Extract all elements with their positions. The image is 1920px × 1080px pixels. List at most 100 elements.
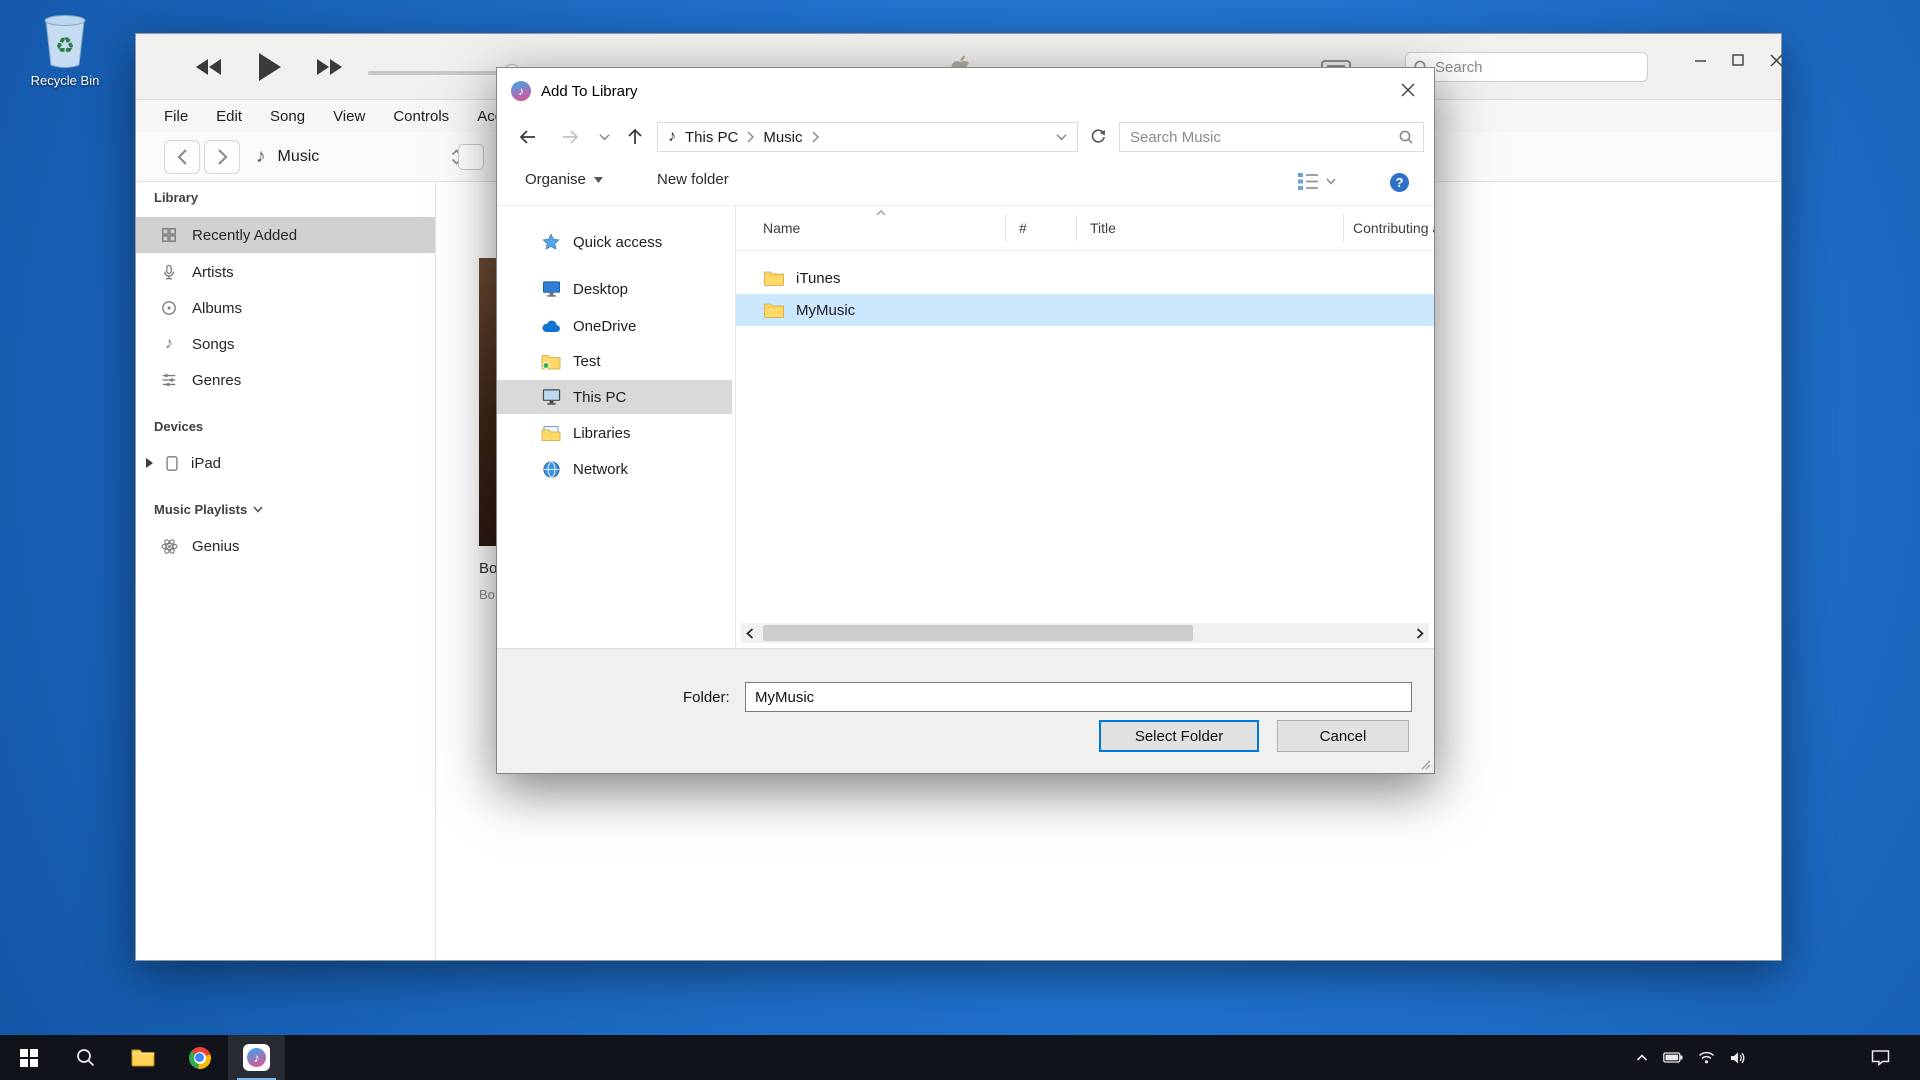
volume-slider-track[interactable] xyxy=(368,71,509,75)
expander-triangle-icon[interactable] xyxy=(146,458,153,468)
sidebar-item-ipad[interactable]: iPad xyxy=(136,445,435,481)
media-kind-selector[interactable]: ♪ Music xyxy=(256,142,462,172)
arrow-right-icon xyxy=(561,129,581,145)
sort-ascending-icon xyxy=(876,210,886,216)
action-center-icon xyxy=(1871,1049,1890,1066)
new-folder-button[interactable]: New folder xyxy=(657,171,729,188)
column-header-title[interactable]: Title xyxy=(1090,220,1116,236)
place-label: Network xyxy=(573,461,628,478)
refresh-button[interactable] xyxy=(1083,122,1113,152)
forward-button[interactable] xyxy=(204,140,240,174)
minimize-button[interactable] xyxy=(1684,46,1716,74)
nav-up-button[interactable] xyxy=(619,122,651,152)
details-view-icon xyxy=(1297,172,1319,191)
chevron-right-icon[interactable] xyxy=(747,131,754,143)
start-button[interactable] xyxy=(0,1035,57,1080)
column-header-name[interactable]: Name xyxy=(763,220,800,236)
place-desktop[interactable]: Desktop xyxy=(497,272,732,306)
place-quick-access[interactable]: Quick access xyxy=(497,225,732,259)
place-libraries[interactable]: Libraries xyxy=(497,416,732,450)
dialog-file-list: Name # Title Contributing artists iTunes… xyxy=(736,206,1434,648)
back-button[interactable] xyxy=(164,140,200,174)
sidebar-item-genius[interactable]: Genius xyxy=(136,528,435,564)
sidebar-item-artists[interactable]: Artists xyxy=(136,254,435,290)
scroll-left-arrow-icon[interactable] xyxy=(746,628,754,639)
address-dropdown-chevron-icon[interactable] xyxy=(1056,133,1067,141)
album-title[interactable]: Bo xyxy=(479,560,497,577)
file-row-mymusic[interactable]: MyMusic xyxy=(736,294,1434,326)
scroll-right-arrow-icon[interactable] xyxy=(1416,628,1424,639)
taskbar-search-button[interactable] xyxy=(57,1035,114,1080)
maximize-button[interactable] xyxy=(1722,46,1754,74)
wifi-icon[interactable] xyxy=(1698,1051,1715,1064)
horizontal-scrollbar[interactable] xyxy=(741,623,1429,643)
dialog-search-box[interactable] xyxy=(1119,122,1424,152)
chevron-right-icon xyxy=(217,148,228,166)
address-bar[interactable]: ♪ This PC Music xyxy=(657,122,1078,152)
chevron-down-icon xyxy=(1326,178,1336,185)
column-divider[interactable] xyxy=(1076,214,1077,242)
taskbar-itunes-button[interactable]: ♪ xyxy=(228,1035,285,1080)
sidebar-item-label: Albums xyxy=(192,300,242,317)
dialog-title-bar: ♪ Add To Library xyxy=(497,68,1434,114)
scrollbar-thumb[interactable] xyxy=(763,625,1193,641)
menu-edit[interactable]: Edit xyxy=(216,108,242,125)
rewind-icon[interactable] xyxy=(196,58,224,76)
sidebar-item-songs[interactable]: ♪ Songs xyxy=(136,326,435,362)
sidebar-item-recently-added[interactable]: Recently Added xyxy=(136,217,435,253)
taskbar-file-explorer-button[interactable] xyxy=(114,1035,171,1080)
itunes-search-input[interactable] xyxy=(1435,59,1639,76)
dialog-close-button[interactable] xyxy=(1383,69,1433,111)
add-to-library-dialog: ♪ Add To Library ♪ This PC Music xyxy=(496,67,1435,774)
recycle-bin[interactable]: ♻ Recycle Bin xyxy=(20,12,110,88)
place-onedrive[interactable]: OneDrive xyxy=(497,309,732,343)
menu-controls[interactable]: Controls xyxy=(393,108,449,125)
close-button[interactable] xyxy=(1760,46,1792,74)
dialog-search-input[interactable] xyxy=(1130,129,1399,146)
view-toggle-button[interactable] xyxy=(458,144,484,170)
playlists-section-header[interactable]: Music Playlists xyxy=(154,502,263,517)
help-button[interactable]: ? xyxy=(1390,173,1409,192)
play-icon[interactable] xyxy=(258,53,282,81)
select-folder-button[interactable]: Select Folder xyxy=(1099,720,1259,752)
menu-view[interactable]: View xyxy=(333,108,365,125)
place-label: Quick access xyxy=(573,234,662,251)
place-test[interactable]: Test xyxy=(497,344,732,378)
tray-chevron-up-icon[interactable] xyxy=(1636,1053,1648,1062)
place-network[interactable]: Network xyxy=(497,452,732,486)
nav-forward-button[interactable] xyxy=(555,122,587,152)
cancel-button[interactable]: Cancel xyxy=(1277,720,1409,752)
itunes-search-box[interactable] xyxy=(1405,52,1648,82)
fast-forward-icon[interactable] xyxy=(314,58,342,76)
battery-icon[interactable] xyxy=(1663,1052,1683,1063)
chevron-right-icon[interactable] xyxy=(812,131,819,143)
sidebar-item-genres[interactable]: Genres xyxy=(136,362,435,398)
change-view-button[interactable] xyxy=(1297,172,1336,191)
taskbar: ♪ xyxy=(0,1035,1920,1080)
menu-file[interactable]: File xyxy=(164,108,188,125)
menu-song[interactable]: Song xyxy=(270,108,305,125)
organise-menu-button[interactable]: Organise xyxy=(525,171,603,188)
genius-atom-icon xyxy=(160,537,178,555)
column-divider[interactable] xyxy=(1005,214,1006,242)
dialog-navigation-bar: ♪ This PC Music xyxy=(497,114,1434,160)
action-center-button[interactable] xyxy=(1858,1035,1903,1080)
taskbar-chrome-button[interactable] xyxy=(171,1035,228,1080)
folder-name-input[interactable] xyxy=(745,682,1412,712)
breadcrumb-music[interactable]: Music xyxy=(763,129,802,146)
file-row-itunes[interactable]: iTunes xyxy=(736,262,1434,294)
dialog-toolbar: Organise New folder ? xyxy=(497,160,1434,206)
nav-back-button[interactable] xyxy=(511,122,543,152)
sidebar-item-albums[interactable]: Albums xyxy=(136,290,435,326)
place-this-pc[interactable]: This PC xyxy=(497,380,732,414)
system-tray xyxy=(1636,1035,1745,1080)
this-pc-icon xyxy=(541,387,561,407)
column-header-contributing[interactable]: Contributing artists xyxy=(1353,220,1434,236)
speaker-icon[interactable] xyxy=(1730,1051,1745,1065)
nav-history-dropdown[interactable] xyxy=(593,122,615,152)
resize-grip[interactable] xyxy=(1419,758,1431,770)
column-divider[interactable] xyxy=(1343,214,1344,242)
breadcrumb-this-pc[interactable]: This PC xyxy=(685,129,738,146)
album-record-icon xyxy=(160,299,178,317)
column-header-number[interactable]: # xyxy=(1019,220,1027,236)
